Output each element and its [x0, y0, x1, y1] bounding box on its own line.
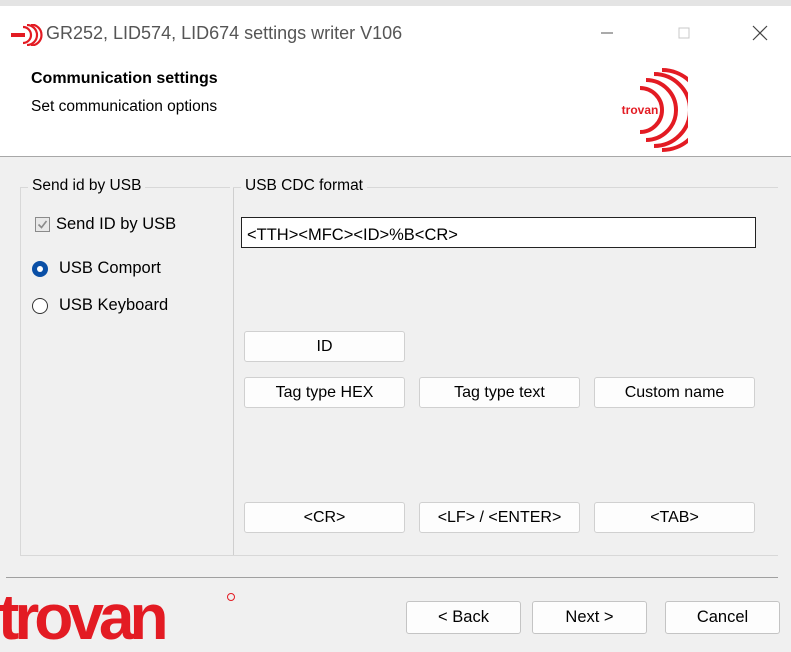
id-button[interactable]: ID: [244, 331, 405, 362]
back-button[interactable]: < Back: [406, 601, 521, 634]
trovan-logo-icon: [11, 24, 43, 46]
send-group-label: Send id by USB: [28, 177, 146, 195]
minimize-icon[interactable]: [579, 8, 635, 58]
maximize-icon[interactable]: [656, 8, 712, 58]
format-group-label: USB CDC format: [241, 177, 367, 195]
send-id-checkbox-label: Send ID by USB: [56, 215, 177, 233]
cdc-format-input[interactable]: [241, 217, 756, 248]
trovan-logo: trovan: [620, 68, 688, 152]
svg-text:trovan: trovan: [622, 103, 659, 117]
next-button[interactable]: Next >: [532, 601, 647, 634]
tag-type-hex-button[interactable]: Tag type HEX: [244, 377, 405, 408]
svg-text:trovan: trovan: [0, 584, 166, 648]
cr-button[interactable]: <CR>: [244, 502, 405, 533]
page-subtitle: Set communication options: [31, 98, 218, 115]
window-title: GR252, LID574, LID674 settings writer V1…: [46, 23, 403, 43]
custom-name-button[interactable]: Custom name: [594, 377, 755, 408]
close-icon[interactable]: [732, 8, 788, 58]
tag-type-text-button[interactable]: Tag type text: [419, 377, 580, 408]
usb-comport-label: USB Comport: [59, 259, 161, 277]
footer-separator: [6, 577, 778, 578]
tab-button[interactable]: <TAB>: [594, 502, 755, 533]
usb-keyboard-radio[interactable]: [32, 298, 48, 314]
lf-enter-button[interactable]: <LF> / <ENTER>: [419, 502, 580, 533]
cancel-button[interactable]: Cancel: [665, 601, 780, 634]
page-title: Communication settings: [31, 70, 218, 87]
usb-keyboard-label: USB Keyboard: [59, 296, 169, 314]
send-id-checkbox[interactable]: [35, 217, 50, 232]
trovan-brand-logo: trovan: [0, 584, 235, 648]
usb-comport-radio[interactable]: [32, 261, 48, 277]
